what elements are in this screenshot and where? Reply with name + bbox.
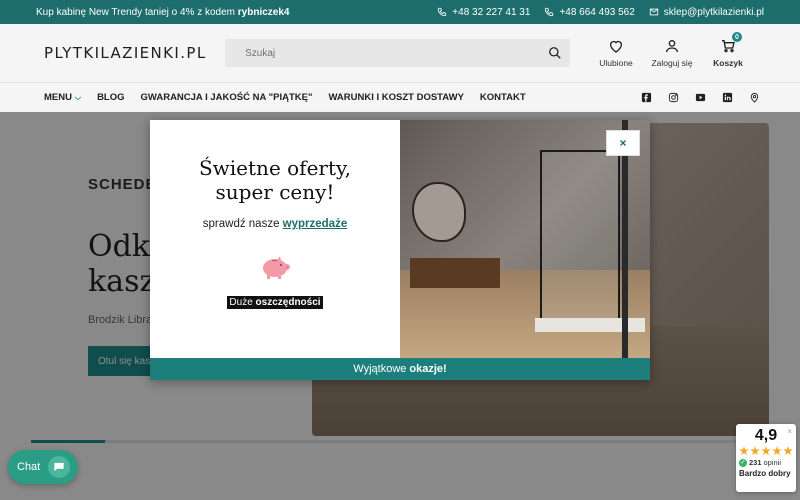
heart-icon (610, 40, 622, 53)
savings-prefix: Duże (229, 297, 256, 308)
social-links (641, 92, 760, 103)
header-actions: Ulubione Zaloguj się 0 Koszyk (588, 32, 756, 68)
promo-title-line-1: Świetne oferty, (198, 156, 352, 180)
email-link[interactable]: sklep@plytkilazienki.pl (649, 7, 764, 18)
nav-item-label: GWARANCJA I JAKOŚĆ NA "PIĄTKĘ" (140, 92, 313, 103)
footer-prefix: Wyjątkowe (353, 363, 407, 375)
main-nav: MENU ⌵ BLOG GWARANCJA I JAKOŚĆ NA "PIĄTKĘ… (0, 82, 800, 112)
user-icon (666, 40, 678, 53)
facebook-icon[interactable] (641, 92, 652, 103)
favorites-label: Ulubione (599, 58, 633, 68)
nav-item-label: WARUNKI I KOSZT DOSTAWY (328, 92, 464, 103)
star-icon (772, 446, 782, 456)
login-label: Zaloguj się (651, 58, 693, 68)
promo-modal-title: Świetne oferty, super ceny! (199, 156, 351, 204)
phone-1: +48 32 227 41 31 (452, 6, 531, 18)
chat-button[interactable]: Chat (8, 450, 78, 484)
phone-icon (438, 7, 447, 17)
rating-count-value: 231 (749, 458, 762, 467)
rating-count-suffix: opinii (763, 458, 782, 467)
linkedin-icon[interactable] (722, 92, 733, 103)
search-input[interactable]: Szukaj (225, 39, 570, 67)
nav-item-label: KONTAKT (479, 92, 526, 103)
promo-modal-footer[interactable]: Wyjątkowe okazje! (150, 358, 650, 380)
search-placeholder: Szukaj (245, 47, 276, 59)
login-button[interactable]: Zaloguj się (644, 38, 700, 68)
chat-icon (54, 462, 64, 472)
star-icon (750, 446, 760, 456)
star-icon (739, 446, 749, 456)
modal-close-button[interactable]: × (606, 130, 640, 156)
savings-label: Duże oszczędności (227, 296, 323, 309)
rating-score: 4,9 (754, 427, 778, 444)
favorites-button[interactable]: Ulubione (588, 38, 644, 68)
promo-modal-subtitle: sprawdź nasze wyprzedaże (203, 218, 347, 230)
promo-code: rybniczek4 (237, 6, 290, 18)
footer-bold: okazje! (409, 363, 447, 375)
promo-text: Kup kabinę New Trendy taniej o 4% z kode… (36, 7, 289, 18)
location-icon[interactable] (749, 92, 760, 103)
phone-2: +48 664 493 562 (559, 6, 635, 18)
nav-item-delivery[interactable]: WARUNKI I KOSZT DOSTAWY (328, 92, 463, 103)
cart-count-badge: 0 (732, 32, 742, 42)
mail-icon (649, 8, 658, 16)
rating-count: ✓ 231 opinii (739, 458, 793, 467)
rating-stars (739, 446, 793, 456)
chat-bubble (48, 456, 71, 478)
youtube-icon[interactable] (695, 92, 706, 103)
star-icon (761, 446, 771, 456)
site-logo[interactable]: PLYTKILAZIENKI.PL (44, 44, 225, 62)
nav-item-label: MENU (44, 92, 72, 103)
phone-icon (545, 7, 554, 17)
rating-widget[interactable]: × 4,9 ✓ 231 opinii Bardzo dobry (736, 424, 796, 492)
nav-item-guarantee[interactable]: GWARANCJA I JAKOŚĆ NA "PIĄTKĘ" (141, 92, 313, 103)
phone-link-2[interactable]: +48 664 493 562 (544, 6, 635, 18)
promo-modal: Świetne oferty, super ceny! sprawdź nasz… (150, 120, 650, 380)
contact-list: +48 32 227 41 31 +48 664 493 562 sklep@p… (437, 7, 764, 18)
promo-title-line-2: super ceny! (215, 180, 335, 204)
nav-item-blog[interactable]: BLOG (97, 92, 124, 103)
promo-topbar: Kup kabinę New Trendy taniej o 4% z kode… (0, 0, 800, 24)
nav-item-label: BLOG (97, 92, 125, 103)
promo-sub-prefix: sprawdź nasze (202, 218, 283, 230)
nav-item-contact[interactable]: KONTAKT (480, 92, 526, 103)
image-shower-tray (535, 318, 645, 332)
piggy-bank-icon (263, 256, 290, 279)
rating-close-button[interactable]: × (787, 427, 792, 436)
verified-check-icon: ✓ (739, 458, 747, 467)
promo-modal-content: Świetne oferty, super ceny! sprawdź nasz… (150, 120, 400, 358)
sales-link[interactable]: wyprzedaże (283, 218, 348, 230)
image-shelf (410, 258, 500, 288)
cart-button[interactable]: 0 Koszyk (700, 32, 756, 68)
savings-bold: oszczędności (255, 297, 321, 308)
nav-item-menu[interactable]: MENU ⌵ (44, 92, 81, 103)
star-icon (783, 446, 793, 456)
search-icon[interactable] (548, 46, 562, 60)
promo-prefix: Kup kabinę New Trendy taniej o 4% z kode… (36, 6, 238, 18)
instagram-icon[interactable] (668, 92, 679, 103)
email-address: sklep@plytkilazienki.pl (663, 6, 764, 18)
site-header: PLYTKILAZIENKI.PL Szukaj Ulubione Zalogu… (0, 24, 800, 82)
rating-label: Bardzo dobry (739, 469, 791, 478)
chat-label: Chat (17, 461, 41, 473)
chevron-down-icon: ⌵ (74, 92, 82, 102)
image-shower-glass (540, 150, 620, 330)
image-mirror (412, 182, 466, 242)
phone-link-1[interactable]: +48 32 227 41 31 (437, 7, 530, 18)
cart-label: Koszyk (713, 58, 743, 68)
